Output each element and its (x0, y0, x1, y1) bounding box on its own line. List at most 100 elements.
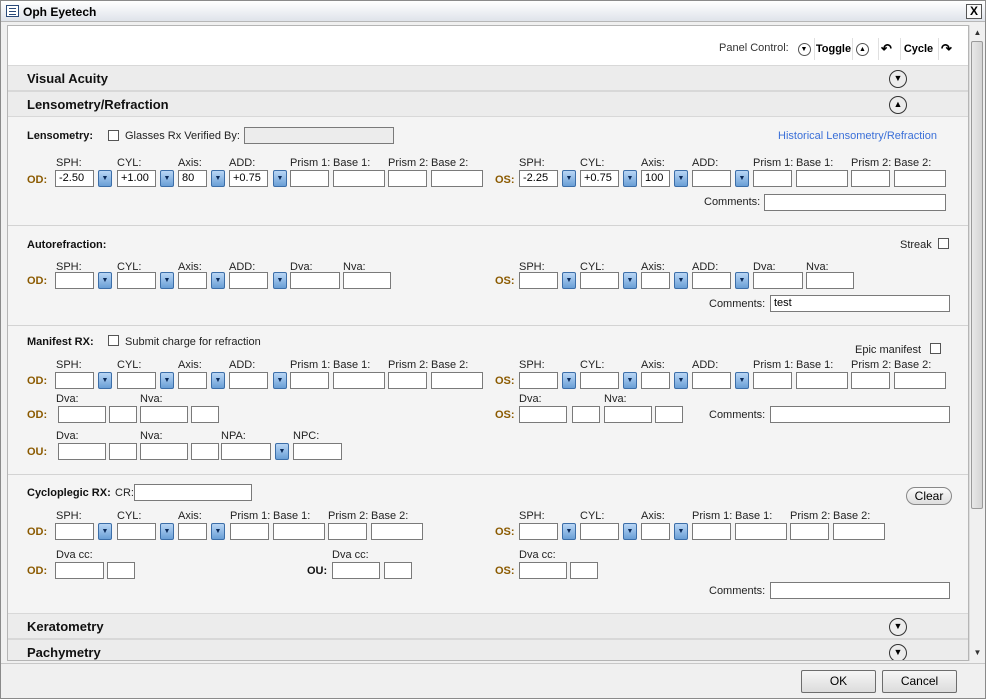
manifest-comments-field[interactable] (770, 406, 950, 423)
expand-icon[interactable]: ▼ (889, 618, 907, 636)
mrx-os-dva-field[interactable] (519, 406, 567, 423)
os-sph-field[interactable]: -2.25 (519, 170, 558, 187)
ar-od-nva-field[interactable] (343, 272, 391, 289)
crx-od-dvacc-mod-field[interactable] (107, 562, 135, 579)
crx-od-axis-field[interactable] (178, 523, 207, 540)
crx-os-cyl-field[interactable] (580, 523, 619, 540)
collapse-all-icon[interactable]: ▼ (794, 38, 814, 60)
ar-os-sph-field[interactable] (519, 272, 558, 289)
dropdown-arrow-icon[interactable]: ▼ (623, 372, 637, 389)
mrx-ou-dva-mod-field[interactable] (109, 443, 137, 460)
crx-od-prism2-field[interactable] (328, 523, 367, 540)
od-cyl-field[interactable]: +1.00 (117, 170, 156, 187)
vertical-scrollbar[interactable]: ▲ ▼ (969, 25, 984, 661)
mrx-ou-nva-mod-field[interactable] (191, 443, 219, 460)
verified-by-field[interactable] (244, 127, 394, 144)
dropdown-arrow-icon[interactable]: ▼ (623, 523, 637, 540)
os-base2-field[interactable] (894, 170, 946, 187)
os-axis-field[interactable]: 100 (641, 170, 670, 187)
epic-manifest-checkbox[interactable] (930, 343, 941, 354)
section-pachymetry[interactable]: Pachymetry ▼ (8, 639, 968, 660)
collapse-icon[interactable]: ▲ (889, 96, 907, 114)
ar-os-cyl-field[interactable] (580, 272, 619, 289)
mrx-od-dva-mod-field[interactable] (109, 406, 137, 423)
mrx-os-base1-field[interactable] (796, 372, 848, 389)
scroll-thumb[interactable] (971, 41, 983, 509)
mrx-od-axis-field[interactable] (178, 372, 207, 389)
expand-icon[interactable]: ▼ (889, 70, 907, 88)
dropdown-arrow-icon[interactable]: ▼ (562, 272, 576, 289)
crx-ou-dvacc-mod-field[interactable] (384, 562, 412, 579)
toggle-button[interactable]: Toggle (814, 38, 852, 60)
dropdown-arrow-icon[interactable]: ▼ (735, 372, 749, 389)
mrx-os-sph-field[interactable] (519, 372, 558, 389)
od-sph-field[interactable]: -2.50 (55, 170, 94, 187)
crx-os-prism2-field[interactable] (790, 523, 829, 540)
dropdown-arrow-icon[interactable]: ▼ (160, 372, 174, 389)
ar-od-axis-field[interactable] (178, 272, 207, 289)
section-lensometry-refraction[interactable]: Lensometry/Refraction ▲ (8, 91, 968, 117)
expand-all-icon[interactable]: ▲ (852, 38, 872, 60)
mrx-od-prism1-field[interactable] (290, 372, 329, 389)
redo-icon[interactable]: ↷ (938, 38, 954, 60)
mrx-os-prism2-field[interactable] (851, 372, 890, 389)
crx-os-axis-field[interactable] (641, 523, 670, 540)
glasses-verified-checkbox[interactable] (108, 130, 119, 141)
od-axis-field[interactable]: 80 (178, 170, 207, 187)
dropdown-arrow-icon[interactable]: ▼ (211, 523, 225, 540)
dropdown-arrow-icon[interactable]: ▼ (275, 443, 289, 460)
cr-field[interactable] (134, 484, 252, 501)
mrx-os-axis-field[interactable] (641, 372, 670, 389)
mrx-os-add-field[interactable] (692, 372, 731, 389)
ar-os-dva-field[interactable] (753, 272, 803, 289)
crx-od-prism1-field[interactable] (230, 523, 269, 540)
ar-od-sph-field[interactable] (55, 272, 94, 289)
dropdown-arrow-icon[interactable]: ▼ (562, 170, 576, 187)
os-cyl-field[interactable]: +0.75 (580, 170, 619, 187)
historical-lensometry-link[interactable]: Historical Lensometry/Refraction (778, 130, 937, 142)
dropdown-arrow-icon[interactable]: ▼ (211, 170, 225, 187)
mrx-od-prism2-field[interactable] (388, 372, 427, 389)
dropdown-arrow-icon[interactable]: ▼ (160, 272, 174, 289)
dropdown-arrow-icon[interactable]: ▼ (98, 523, 112, 540)
ar-od-dva-field[interactable] (290, 272, 340, 289)
undo-icon[interactable]: ↶ (878, 38, 894, 60)
dropdown-arrow-icon[interactable]: ▼ (98, 170, 112, 187)
mrx-os-dva-mod-field[interactable] (572, 406, 600, 423)
dropdown-arrow-icon[interactable]: ▼ (273, 372, 287, 389)
od-prism2-field[interactable] (388, 170, 427, 187)
dropdown-arrow-icon[interactable]: ▼ (562, 372, 576, 389)
mrx-od-base1-field[interactable] (333, 372, 385, 389)
dropdown-arrow-icon[interactable]: ▼ (735, 170, 749, 187)
ar-od-add-field[interactable] (229, 272, 268, 289)
streak-checkbox[interactable] (938, 238, 949, 249)
scroll-down-icon[interactable]: ▼ (971, 646, 984, 659)
section-visual-acuity[interactable]: Visual Acuity ▼ (8, 65, 968, 91)
lensometry-comments-field[interactable] (764, 194, 946, 211)
os-base1-field[interactable] (796, 170, 848, 187)
crx-od-sph-field[interactable] (55, 523, 94, 540)
crx-os-dvacc-field[interactable] (519, 562, 567, 579)
ar-os-add-field[interactable] (692, 272, 731, 289)
mrx-ou-npa-field[interactable] (221, 443, 271, 460)
mrx-od-nva-field[interactable] (140, 406, 188, 423)
dropdown-arrow-icon[interactable]: ▼ (160, 523, 174, 540)
mrx-od-add-field[interactable] (229, 372, 268, 389)
od-prism1-field[interactable] (290, 170, 329, 187)
dropdown-arrow-icon[interactable]: ▼ (98, 272, 112, 289)
mrx-od-base2-field[interactable] (431, 372, 483, 389)
mrx-ou-npc-field[interactable] (293, 443, 342, 460)
os-prism1-field[interactable] (753, 170, 792, 187)
crx-os-sph-field[interactable] (519, 523, 558, 540)
expand-icon[interactable]: ▼ (889, 644, 907, 660)
crx-os-base2-field[interactable] (833, 523, 885, 540)
ar-od-cyl-field[interactable] (117, 272, 156, 289)
cycloplegic-comments-field[interactable] (770, 582, 950, 599)
crx-od-base1-field[interactable] (273, 523, 325, 540)
ok-button[interactable]: OK (801, 670, 876, 693)
mrx-ou-nva-field[interactable] (140, 443, 188, 460)
ar-os-axis-field[interactable] (641, 272, 670, 289)
dropdown-arrow-icon[interactable]: ▼ (674, 272, 688, 289)
mrx-os-nva-field[interactable] (604, 406, 652, 423)
mrx-od-sph-field[interactable] (55, 372, 94, 389)
